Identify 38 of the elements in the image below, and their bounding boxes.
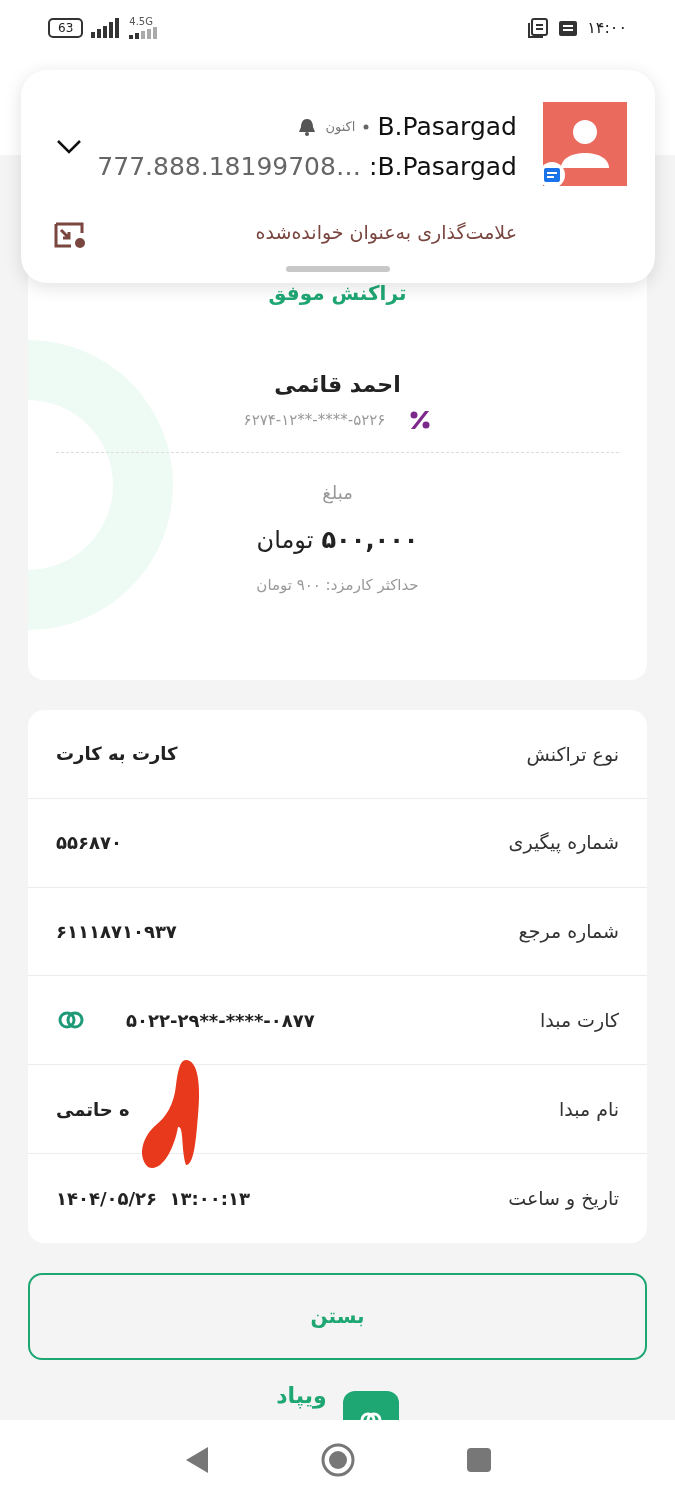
document-icon: [527, 16, 550, 39]
detail-value: ۶۱۱۱۸۷۱۰۹۳۷: [56, 920, 177, 944]
bank-logo-icon: [409, 409, 432, 432]
message-preview: …777.888.18199708: [97, 151, 361, 183]
signal-icon: [91, 17, 122, 38]
detail-label: نوع تراکنش: [526, 741, 619, 768]
amount-label: مبلغ: [321, 480, 354, 506]
card-number: ۶۲۷۴-۱۲**-****-۵۲۲۶: [243, 410, 386, 431]
dot-separator-icon: [363, 123, 370, 130]
bell-icon: [297, 116, 318, 137]
recipient-name: احمد قائمی: [273, 371, 402, 399]
detail-value: ۵۰۲۲-۲۹**-****-۰۸۷۷: [126, 1008, 315, 1033]
detail-value: کارت به کارت: [56, 742, 178, 767]
detail-value: ۵۵۶۸۷۰: [56, 831, 122, 856]
network-type: 4.5G: [129, 16, 154, 27]
fee-text: حداکثر کارمزد: ۹۰۰ تومان: [255, 574, 420, 596]
detail-label: نام مبدا: [558, 1096, 619, 1123]
detail-value: ه حاتمی: [56, 1097, 130, 1122]
recents-icon[interactable]: [465, 1446, 492, 1473]
battery-level: 63: [48, 17, 84, 38]
amount-value: ۵۰۰,۰۰۰: [321, 524, 419, 556]
detail-label: شماره مرجع: [518, 919, 619, 945]
sender-name: B.Pasargad:: [368, 151, 517, 183]
notification-time: اکنون: [325, 118, 356, 137]
detail-label: تاریخ و ساعت: [508, 1186, 619, 1212]
mark-as-read-link[interactable]: علامت‌گذاری به‌عنوان خوانده‌شده: [255, 218, 517, 247]
detail-label: شماره پیگیری: [508, 830, 619, 856]
status-text: تراکنش موفق: [267, 280, 408, 307]
minimize-icon[interactable]: [53, 220, 87, 250]
signal-icon: [129, 26, 160, 39]
detail-label: کارت مبدا: [539, 1008, 619, 1034]
clock-time: ۱۴:۰۰: [587, 16, 627, 39]
detail-value: ۱۴۰۴/۰۵/۲۶ ۱۳:۰۰:۱۳: [56, 1186, 250, 1211]
brand-name: ویپاد: [276, 1384, 327, 1407]
home-icon[interactable]: [319, 1441, 356, 1478]
message-icon: [543, 167, 561, 183]
currency-label: تومان: [256, 524, 314, 556]
app-name: B.Pasargad: [377, 111, 517, 143]
